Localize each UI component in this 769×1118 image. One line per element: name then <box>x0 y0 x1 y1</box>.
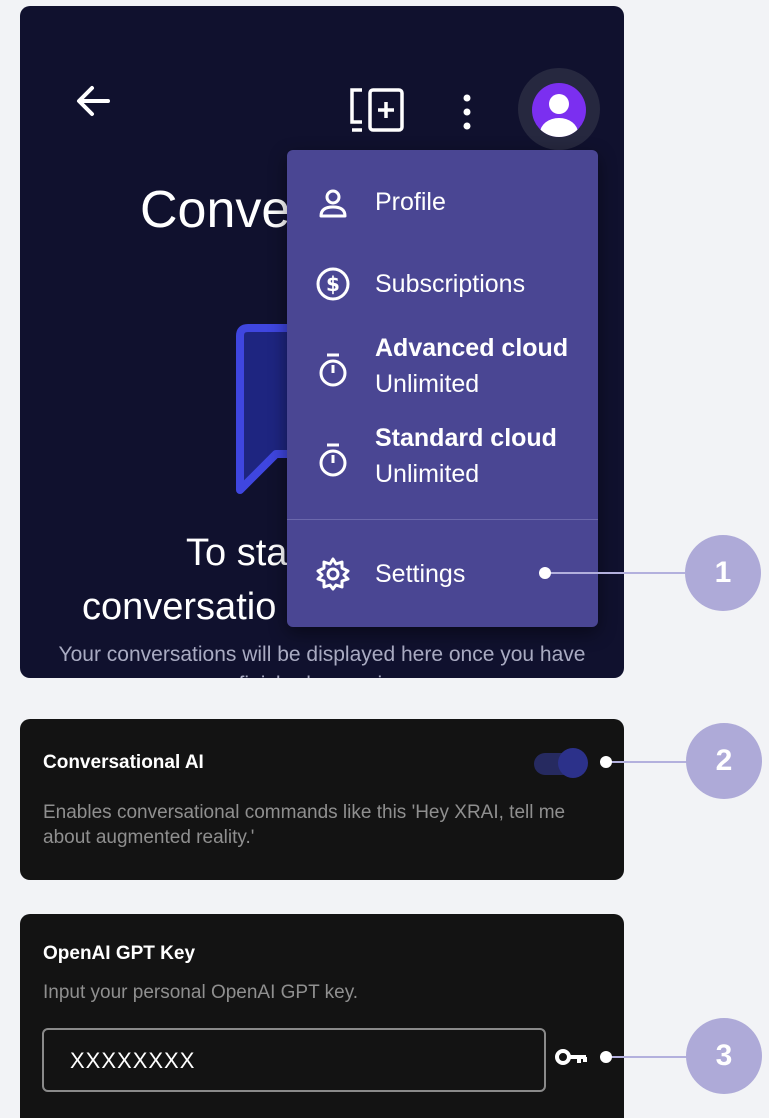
svg-text:$: $ <box>326 272 340 296</box>
menu-divider <box>287 519 598 520</box>
callout-line-2 <box>606 761 696 763</box>
dollar-circle-icon: $ <box>315 266 351 302</box>
new-conversation-icon[interactable] <box>348 86 406 138</box>
toggle-knob[interactable] <box>558 748 588 778</box>
key-icon[interactable] <box>554 1046 590 1068</box>
openai-key-setting: OpenAI GPT Key Input your personal OpenA… <box>20 914 624 1118</box>
menu-item-title: Standard cloud <box>375 424 557 452</box>
person-icon <box>315 186 351 222</box>
callout-dot-3 <box>600 1051 612 1063</box>
openai-key-input[interactable]: XXXXXXXX <box>42 1028 546 1092</box>
setting-title: Conversational AI <box>43 752 204 773</box>
callout-badge-1: 1 <box>685 535 761 611</box>
back-arrow-icon[interactable] <box>68 76 118 126</box>
menu-item-label: Settings <box>375 560 466 588</box>
menu-item-label: Profile <box>375 188 446 216</box>
profile-menu: Profile $ Subscriptions Advanced cloud U… <box>287 150 598 627</box>
empty-state-line1: To sta <box>186 532 288 574</box>
callout-dot-1 <box>539 567 551 579</box>
gear-icon <box>315 556 351 592</box>
menu-item-standard-cloud[interactable]: Standard cloud Unlimited <box>287 420 598 500</box>
menu-item-subscriptions[interactable]: $ Subscriptions <box>287 254 598 314</box>
menu-item-advanced-cloud[interactable]: Advanced cloud Unlimited <box>287 330 598 410</box>
empty-state-line2: conversatio <box>82 586 277 628</box>
setting-title: OpenAI GPT Key <box>43 943 196 964</box>
menu-item-label: Subscriptions <box>375 270 526 298</box>
avatar-icon[interactable] <box>532 83 586 137</box>
callout-badge-2: 2 <box>686 723 762 799</box>
setting-description: Input your personal OpenAI GPT key. <box>43 982 359 1003</box>
empty-state-subtitle: Your conversations will be displayed her… <box>58 643 586 678</box>
menu-item-profile[interactable]: Profile <box>287 174 598 234</box>
callout-line-1 <box>545 572 685 574</box>
menu-item-settings[interactable]: Settings <box>287 544 598 604</box>
more-vertical-icon[interactable] <box>452 92 482 134</box>
setting-description: Enables conversational commands like thi… <box>43 802 566 848</box>
menu-item-value: Unlimited <box>375 460 480 488</box>
callout-dot-2 <box>600 756 612 768</box>
openai-key-value: XXXXXXXX <box>70 1048 196 1073</box>
page-title: Conve <box>140 181 291 239</box>
callout-line-3 <box>606 1056 696 1058</box>
menu-item-title: Advanced cloud <box>375 334 569 362</box>
timer-icon <box>315 442 351 478</box>
menu-item-value: Unlimited <box>375 370 480 398</box>
conversational-ai-setting: Conversational AI Enables conversational… <box>20 719 624 880</box>
timer-icon <box>315 352 351 388</box>
callout-badge-3: 3 <box>686 1018 762 1094</box>
